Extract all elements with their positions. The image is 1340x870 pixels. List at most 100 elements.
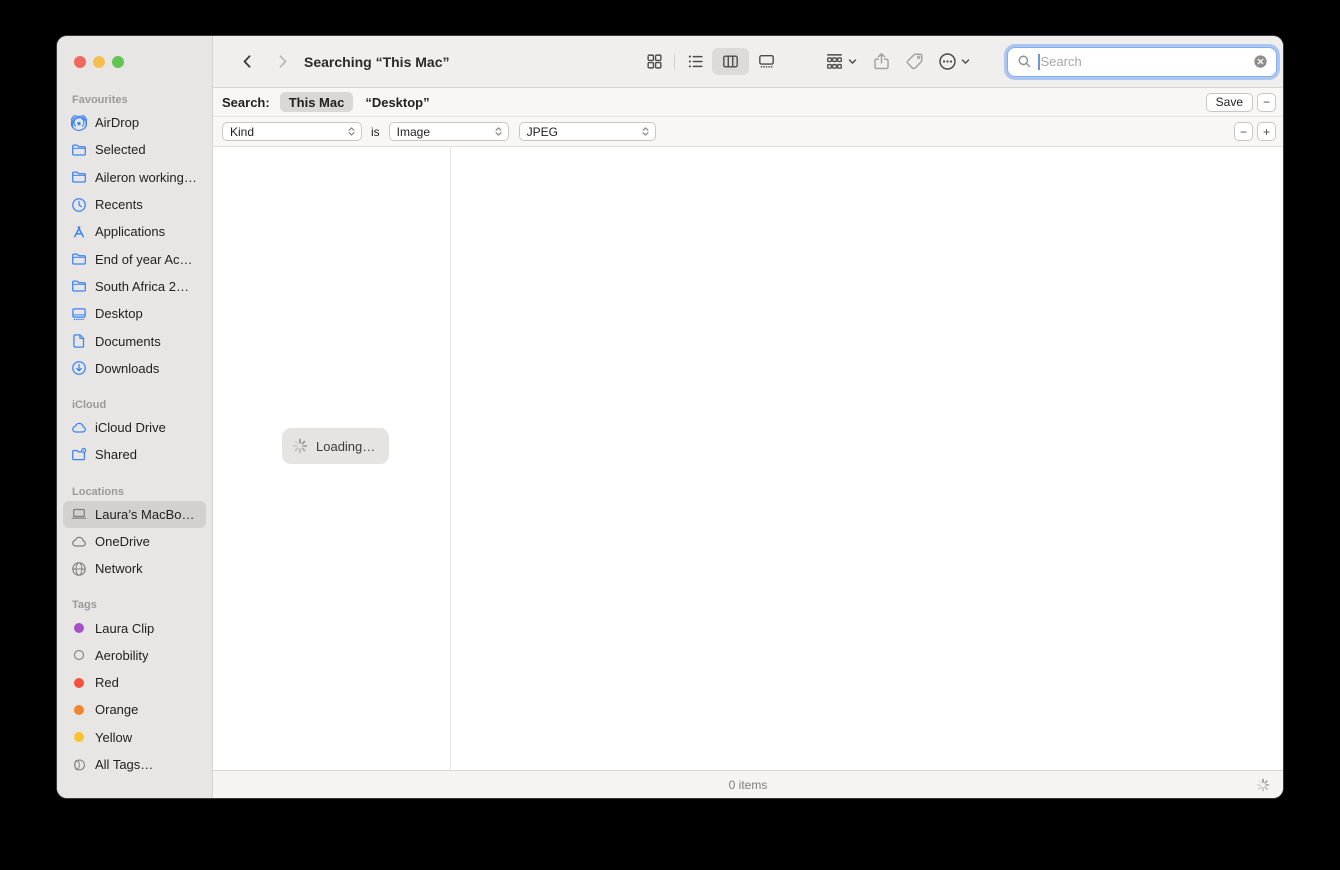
clear-search-icon[interactable] — [1253, 54, 1268, 69]
sidebar-item-south-africa-2[interactable]: South Africa 2… — [63, 273, 206, 300]
subtype-select[interactable]: JPEG — [518, 122, 656, 141]
share-button[interactable] — [872, 52, 891, 71]
attribute-select[interactable]: Kind — [222, 122, 362, 141]
sidebar-item-end-of-year-ac[interactable]: End of year Ac… — [63, 245, 206, 272]
sidebar-item-all-tags[interactable]: All Tags… — [63, 751, 206, 778]
sidebar-item-aileron-working[interactable]: Aileron working… — [63, 164, 206, 191]
loading-indicator: Loading… — [282, 428, 390, 464]
sidebar-item-label: Orange — [95, 702, 139, 718]
main-area: Searching “This Mac” Search Search: This… — [213, 36, 1283, 798]
sidebar-item-selected[interactable]: Selected — [63, 136, 206, 163]
sidebar-item-label: Selected — [95, 142, 146, 158]
desktop-icon — [71, 306, 87, 322]
list-view-button[interactable] — [678, 48, 712, 75]
sidebar-section-title: Tags — [72, 599, 97, 612]
close-window-button[interactable] — [74, 56, 86, 68]
tag-dot-icon — [71, 729, 87, 745]
columns-view-icon — [722, 53, 739, 70]
document-icon — [71, 333, 87, 349]
sidebar-item-onedrive[interactable]: OneDrive — [63, 528, 206, 555]
sidebar-item-red[interactable]: Red — [63, 669, 206, 696]
folder-icon — [71, 278, 87, 294]
sidebar-item-label: Laura’s MacBo… — [95, 506, 195, 522]
scope-pills: This Mac “Desktop” — [270, 92, 439, 112]
sidebar-item-label: Laura Clip — [95, 620, 155, 636]
chevron-down-icon — [960, 56, 971, 67]
sidebar-item-label: South Africa 2… — [95, 278, 189, 294]
gallery-view-button[interactable] — [749, 48, 783, 75]
progress-spinner-icon — [1256, 778, 1270, 792]
sidebar-item-aerobility[interactable]: Aerobility — [63, 642, 206, 669]
text-caret — [1038, 53, 1040, 70]
column-divider[interactable] — [450, 147, 451, 770]
scope-desktop[interactable]: “Desktop” — [356, 92, 438, 112]
scope-this-mac[interactable]: This Mac — [279, 92, 354, 112]
sidebar-item-label: Recents — [95, 197, 143, 213]
sidebar-item-label: Desktop — [95, 306, 143, 322]
criteria-conjunction: is — [371, 124, 380, 139]
add-criterion-button[interactable]: + — [1257, 122, 1276, 141]
list-view-icon — [687, 53, 704, 70]
folder-icon — [71, 251, 87, 267]
sidebar-item-label: Yellow — [95, 729, 133, 745]
columns-view-button[interactable] — [712, 48, 749, 75]
sidebar-item-laura-clip[interactable]: Laura Clip — [63, 614, 206, 641]
sidebar-item-desktop[interactable]: Desktop — [63, 300, 206, 327]
sidebar-item-documents[interactable]: Documents — [63, 327, 206, 354]
window-title: Searching “This Mac” — [304, 53, 450, 70]
back-button[interactable] — [240, 52, 256, 72]
sidebar-item-laura-s-macbo[interactable]: Laura’s MacBo… — [63, 500, 206, 528]
sidebar-item-label: Documents — [95, 333, 161, 349]
results-area: Loading… — [213, 147, 1283, 770]
toolbar-actions — [825, 52, 971, 71]
zoom-window-button[interactable] — [112, 56, 124, 68]
save-search-button[interactable]: Save — [1205, 92, 1253, 112]
shared-folder-icon — [71, 447, 87, 463]
download-icon — [71, 360, 87, 376]
sidebar-item-yellow[interactable]: Yellow — [63, 724, 206, 751]
globe-icon — [71, 561, 87, 577]
sidebar-item-label: Applications — [95, 224, 166, 240]
tags-button[interactable] — [905, 52, 924, 71]
search-scope-label: Search: — [222, 94, 270, 110]
sidebar-item-shared[interactable]: Shared — [63, 441, 206, 468]
tag-dot-icon — [71, 675, 87, 691]
more-button[interactable] — [938, 52, 971, 71]
minimize-window-button[interactable] — [93, 56, 105, 68]
sidebar-section-title: Locations — [72, 485, 124, 498]
sidebar-item-downloads[interactable]: Downloads — [63, 355, 206, 382]
sidebar-item-label: Aileron working… — [95, 169, 197, 185]
sidebar-item-label: Network — [95, 561, 143, 577]
search-input[interactable]: Search — [1007, 46, 1277, 77]
loading-label: Loading… — [316, 438, 376, 454]
kind-select[interactable]: Image — [388, 122, 509, 141]
sidebar-item-label: All Tags… — [95, 757, 154, 773]
cloud-icon — [71, 420, 87, 436]
forward-button[interactable] — [275, 52, 291, 72]
tag-dot-icon — [71, 620, 87, 636]
remove-search-button[interactable]: − — [1257, 92, 1276, 112]
group-icon — [825, 52, 844, 71]
sidebar-item-orange[interactable]: Orange — [63, 696, 206, 723]
share-icon — [872, 52, 891, 71]
group-button[interactable] — [825, 52, 858, 71]
sidebar-item-recents[interactable]: Recents — [63, 191, 206, 218]
ellipsis-icon — [938, 52, 957, 71]
finder-window: Favourites AirDrop Selected Aileron working… — [57, 36, 1283, 798]
tag-dot-outline-icon — [71, 647, 87, 663]
sidebar-section-title: iCloud — [72, 398, 107, 411]
sidebar-item-airdrop[interactable]: AirDrop — [63, 109, 206, 136]
search-placeholder: Search — [1040, 54, 1082, 69]
all-tags-icon — [71, 757, 87, 773]
sidebar-section-title: Favourites — [72, 94, 128, 106]
sidebar: Favourites AirDrop Selected Aileron working… — [57, 36, 213, 798]
remove-criterion-button[interactable]: − — [1234, 122, 1253, 141]
icons-view-button[interactable] — [637, 48, 671, 75]
app-store-icon — [71, 224, 87, 240]
search-icon — [1018, 55, 1031, 68]
spinner-icon — [292, 438, 308, 454]
chevron-down-icon — [847, 56, 858, 67]
sidebar-item-network[interactable]: Network — [63, 555, 206, 582]
sidebar-item-applications[interactable]: Applications — [63, 218, 206, 245]
sidebar-item-icloud-drive[interactable]: iCloud Drive — [63, 414, 206, 441]
